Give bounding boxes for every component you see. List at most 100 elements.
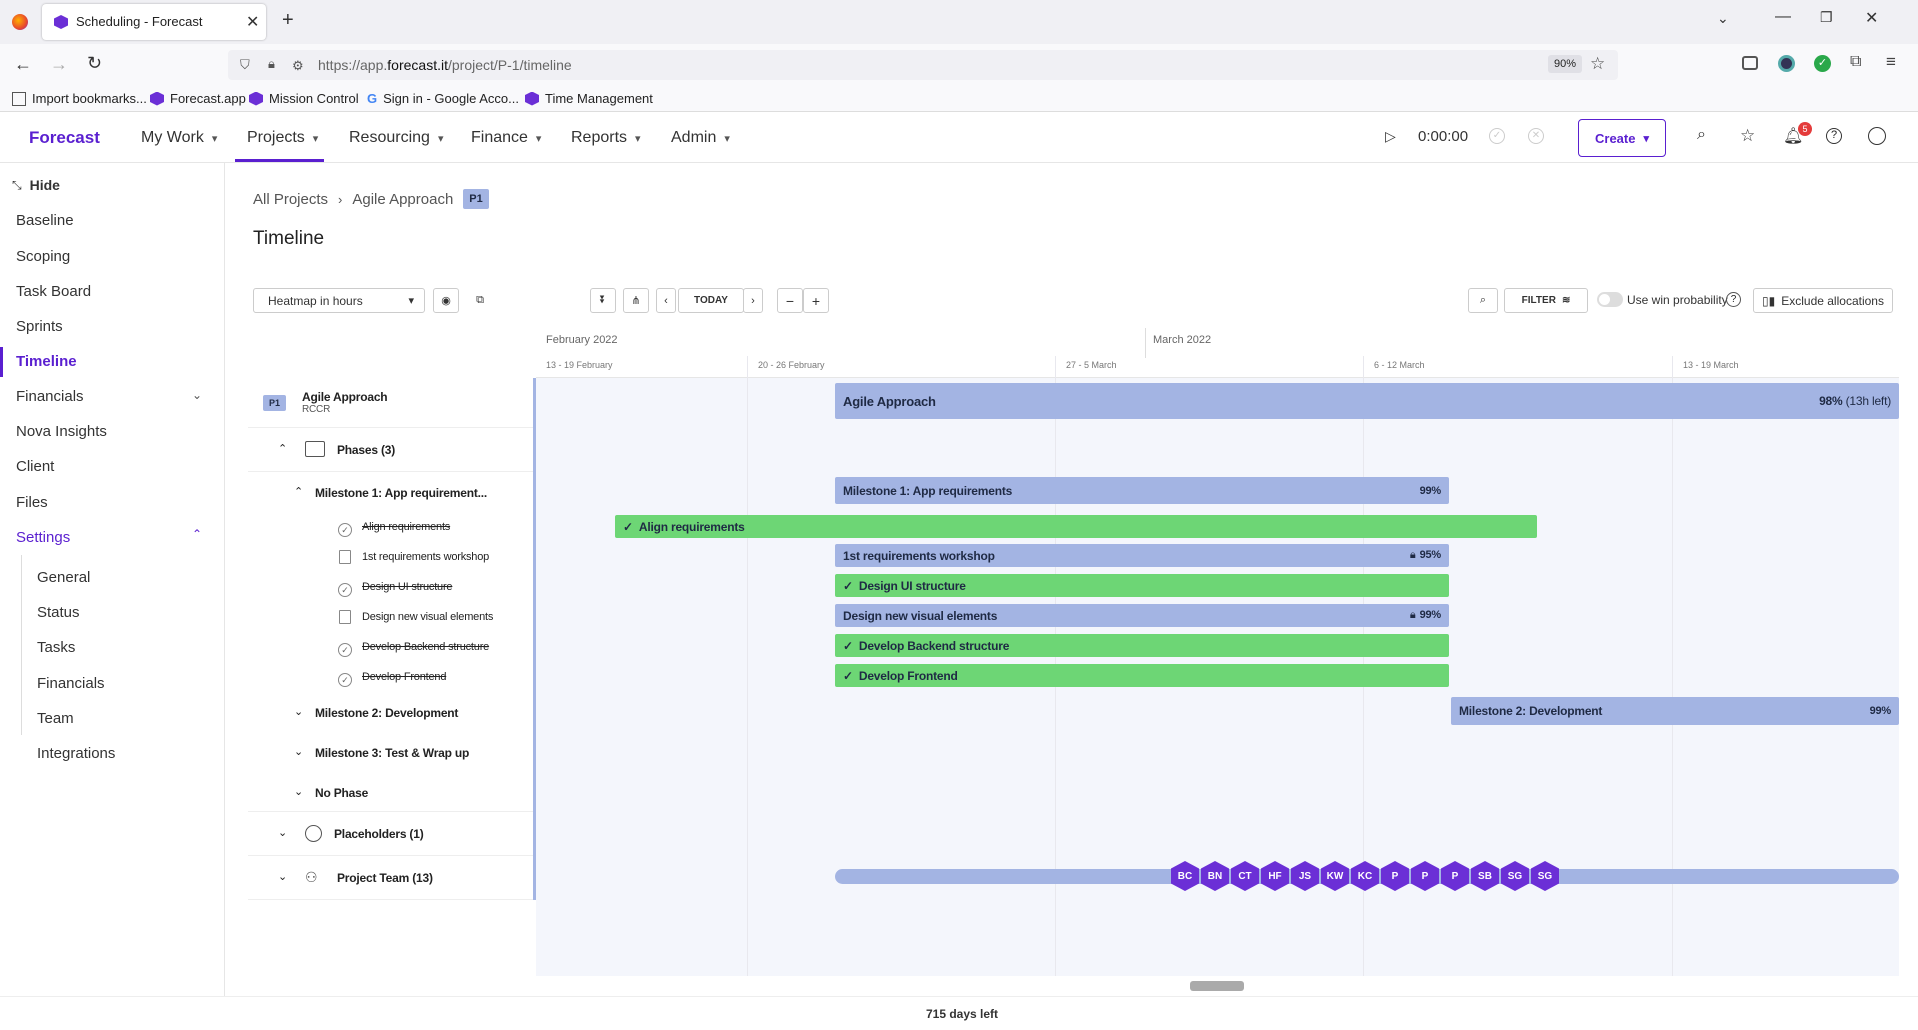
chevron-up-icon[interactable]: ⌃ [192,527,202,541]
extension-icon[interactable] [1778,55,1795,72]
settings-general[interactable]: General [37,569,90,586]
search-icon[interactable]: ⌕ [1697,126,1706,144]
close-tab-icon[interactable]: ✕ [246,12,259,32]
reload-icon[interactable]: ↻ [87,53,102,74]
sidebar-item-nova-insights[interactable]: Nova Insights [16,423,107,440]
zoom-in-icon[interactable]: + [803,288,829,313]
sidebar-item-files[interactable]: Files [16,494,48,511]
timer-discard-icon[interactable]: ✕ [1528,128,1544,144]
pocket-icon[interactable] [1742,56,1758,70]
breadcrumb-project[interactable]: Agile Approach [352,191,453,208]
previous-period-icon[interactable]: ‹ [656,288,676,313]
timeline-search-icon[interactable]: ⌕ [1468,288,1498,313]
milestone1-bar[interactable]: Milestone 1: App requirements 99% [835,477,1449,504]
zoom-out-icon[interactable]: − [777,288,803,313]
nav-admin[interactable]: Admin ▾ [671,129,730,147]
settings-status[interactable]: Status [37,604,80,621]
project-team-row[interactable]: Project Team (13) [337,871,433,885]
chevron-down-icon[interactable]: ⌄ [294,785,303,798]
window-close-icon[interactable]: ✕ [1865,8,1878,28]
sidebar-item-timeline[interactable]: Timeline [16,353,77,370]
sidebar-item-financials[interactable]: Financials [16,388,84,405]
zoom-level[interactable]: 90% [1548,55,1583,73]
task-row[interactable]: Design new visual elements [362,611,493,623]
settings-tasks[interactable]: Tasks [37,639,75,656]
settings-team[interactable]: Team [37,710,74,727]
help-icon[interactable]: ? [1726,292,1741,307]
milestone2-bar[interactable]: Milestone 2: Development 99% [1451,697,1899,725]
align-requirements-bar[interactable]: ✓ Align requirements [615,515,1537,538]
chevron-down-icon[interactable]: ⌄ [294,745,303,758]
backend-bar[interactable]: ✓ Develop Backend structure [835,634,1449,657]
url-bar[interactable]: ⛉ 🔒︎ ⚙ https://app.forecast.it/project/P… [228,50,1618,80]
sidebar-item-scoping[interactable]: Scoping [16,248,70,265]
settings-financials[interactable]: Financials [37,675,105,692]
win-probability-toggle[interactable] [1597,292,1623,307]
chevron-down-icon[interactable]: ⌄ [192,388,202,402]
favorites-star-icon[interactable]: ☆ [1740,126,1755,146]
bookmark-mission-control[interactable]: Mission Control [249,91,359,106]
chevron-up-icon[interactable]: ⌃ [294,485,303,498]
placeholders-row[interactable]: Placeholders (1) [334,827,424,841]
help-icon[interactable]: ? [1826,128,1842,144]
sidebar-item-baseline[interactable]: Baseline [16,212,74,229]
visual-elements-bar[interactable]: Design new visual elements 🔒︎ 99% [835,604,1449,627]
task-row[interactable]: Align requirements [362,521,450,533]
minimize-icon[interactable]: — [1775,8,1791,26]
bookmark-star-icon[interactable]: ☆ [1590,54,1605,74]
task-row[interactable]: 1st requirements workshop [362,551,489,563]
workshop-bar[interactable]: 1st requirements workshop 🔒︎ 95% [835,544,1449,567]
nav-resourcing[interactable]: Resourcing ▾ [349,129,443,147]
create-button[interactable]: Create ▾ [1578,119,1666,157]
filter-button[interactable]: FILTER ≋ [1504,288,1588,313]
chevron-up-icon[interactable]: ⌃ [278,442,287,455]
timer-save-icon[interactable]: ✓ [1489,128,1505,144]
nav-projects[interactable]: Projects ▾ [247,129,318,147]
visibility-eye-icon[interactable]: ◉ [433,288,459,313]
chevron-down-icon[interactable]: ⌄ [294,705,303,718]
task-row[interactable]: Develop Backend structure [362,641,489,653]
bookmark-google-signin[interactable]: G Sign in - Google Acco... [367,91,519,106]
collapse-all-icon[interactable]: ⏬︎ [590,288,616,313]
play-icon[interactable]: ▷ [1385,128,1396,145]
sidebar-item-task-board[interactable]: Task Board [16,283,91,300]
user-account-icon[interactable] [1868,127,1886,145]
sidebar-item-client[interactable]: Client [16,458,54,475]
chevron-down-icon[interactable]: ⌄ [278,826,287,839]
menu-icon[interactable]: ≡ [1886,52,1896,72]
extensions-puzzle-icon[interactable]: ⧉ [1850,53,1861,71]
forward-icon[interactable]: → [50,54,68,75]
heatmap-select[interactable]: Heatmap in hours ▾ [253,288,425,313]
settings-integrations[interactable]: Integrations [37,745,115,762]
task-row[interactable]: Develop Frontend [362,671,446,683]
nav-finance[interactable]: Finance ▾ [471,129,541,147]
back-icon[interactable]: ← [14,54,32,75]
next-period-icon[interactable]: › [743,288,763,313]
sidebar-item-sprints[interactable]: Sprints [16,318,63,335]
share-icon[interactable]: ⋔ [623,288,649,313]
tab-list-icon[interactable]: ⌄ [1717,10,1729,27]
project-bar[interactable]: Agile Approach 98% (13h left) [835,383,1899,419]
browser-tab[interactable]: Scheduling - Forecast ✕ [42,4,266,40]
milestone3-row[interactable]: Milestone 3: Test & Wrap up [315,746,469,760]
task-row[interactable]: Design UI structure [362,581,453,593]
no-phase-row[interactable]: No Phase [315,786,368,800]
bookmark-forecast-app[interactable]: Forecast.app [150,91,246,106]
project-row-name[interactable]: Agile Approach [302,390,388,404]
export-icon[interactable]: ⧉ [467,288,493,313]
chevron-down-icon[interactable]: ⌄ [278,870,287,883]
forecast-logo[interactable]: Forecast [29,128,100,148]
exclude-allocations-button[interactable]: ▯▮ Exclude allocations [1753,288,1893,313]
design-ui-bar[interactable]: ✓ Design UI structure [835,574,1449,597]
today-button[interactable]: TODAY [678,288,744,313]
bookmark-time-management[interactable]: Time Management [525,91,653,106]
breadcrumb-all-projects[interactable]: All Projects [253,191,328,208]
sidebar-item-settings[interactable]: Settings [16,529,70,546]
nav-my-work[interactable]: My Work ▾ [141,129,217,147]
hide-sidebar-button[interactable]: ⤡ Hide [12,177,60,193]
frontend-bar[interactable]: ✓ Develop Frontend [835,664,1449,687]
check-extension-icon[interactable]: ✓ [1814,55,1831,72]
horizontal-scrollbar-thumb[interactable] [1190,981,1244,991]
bookmark-import[interactable]: Import bookmarks... [12,91,147,106]
new-tab-icon[interactable]: + [282,9,294,32]
